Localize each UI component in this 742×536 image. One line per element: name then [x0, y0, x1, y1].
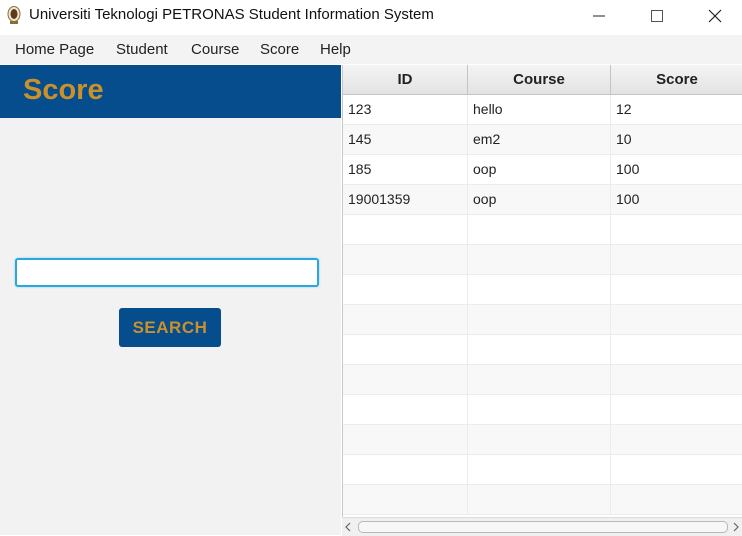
cell-course [468, 425, 611, 454]
cell-course [468, 245, 611, 274]
maximize-button[interactable] [628, 0, 686, 32]
table-row[interactable] [343, 305, 742, 335]
table-row[interactable]: 19001359 oop 100 [343, 185, 742, 215]
close-button[interactable] [686, 0, 742, 32]
cell-id: 123 [343, 95, 468, 124]
cell-score [611, 335, 742, 364]
cell-course: hello [468, 95, 611, 124]
table-row[interactable] [343, 275, 742, 305]
cell-id [343, 245, 468, 274]
minimize-button[interactable] [570, 0, 628, 32]
window-title: Universiti Teknologi PETRONAS Student In… [29, 6, 434, 23]
cell-score: 100 [611, 185, 742, 214]
table-row[interactable]: 185 oop 100 [343, 155, 742, 185]
cell-score [611, 395, 742, 424]
cell-id: 145 [343, 125, 468, 154]
maximize-icon [651, 10, 663, 22]
table-row[interactable]: 145 em2 10 [343, 125, 742, 155]
cell-course: oop [468, 185, 611, 214]
title-bar: Universiti Teknologi PETRONAS Student In… [0, 0, 742, 32]
horizontal-scrollbar[interactable] [342, 517, 742, 536]
cell-id [343, 335, 468, 364]
page-title: Score [23, 74, 104, 106]
cell-course [468, 275, 611, 304]
cell-id: 185 [343, 155, 468, 184]
cell-score [611, 245, 742, 274]
cell-id [343, 455, 468, 484]
cell-course [468, 365, 611, 394]
table-row[interactable] [343, 245, 742, 275]
cell-course [468, 455, 611, 484]
cell-id [343, 365, 468, 394]
menu-home-page[interactable]: Home Page [15, 41, 94, 58]
app-logo-icon [7, 6, 21, 24]
table-row[interactable] [343, 485, 742, 515]
column-header-score[interactable]: Score [611, 65, 742, 94]
table-row[interactable] [343, 455, 742, 485]
cell-score [611, 425, 742, 454]
column-header-course[interactable]: Course [468, 65, 611, 94]
scrollbar-thumb[interactable] [358, 521, 728, 533]
cell-id [343, 425, 468, 454]
cell-score [611, 215, 742, 244]
cell-score [611, 275, 742, 304]
cell-score: 10 [611, 125, 742, 154]
menu-bar: Home Page Student Course Score Help [0, 35, 742, 64]
table-row[interactable] [343, 395, 742, 425]
cell-score [611, 305, 742, 334]
cell-id [343, 275, 468, 304]
column-header-id[interactable]: ID [343, 65, 468, 94]
search-button[interactable]: SEARCH [119, 308, 221, 347]
left-panel: Score SEARCH [0, 65, 341, 535]
cell-course [468, 215, 611, 244]
minimize-icon [593, 15, 605, 17]
table-row[interactable] [343, 365, 742, 395]
page-banner: Score [0, 65, 341, 118]
close-icon [708, 9, 722, 23]
table-row[interactable] [343, 425, 742, 455]
cell-id: 19001359 [343, 185, 468, 214]
table-row[interactable] [343, 335, 742, 365]
cell-course: em2 [468, 125, 611, 154]
cell-id [343, 485, 468, 514]
table-row[interactable]: 123 hello 12 [343, 95, 742, 125]
menu-course[interactable]: Course [191, 41, 239, 58]
menu-help[interactable]: Help [320, 41, 351, 58]
cell-id [343, 305, 468, 334]
cell-course [468, 485, 611, 514]
cell-score [611, 365, 742, 394]
scroll-left-icon[interactable] [344, 522, 352, 532]
menu-score[interactable]: Score [260, 41, 299, 58]
search-input[interactable] [15, 258, 319, 287]
cell-course: oop [468, 155, 611, 184]
cell-score [611, 455, 742, 484]
cell-score: 12 [611, 95, 742, 124]
menu-student[interactable]: Student [116, 41, 168, 58]
cell-id [343, 215, 468, 244]
cell-id [343, 395, 468, 424]
score-table[interactable]: ID Course Score 123 hello 12 145 em2 10 185 oop… [342, 65, 742, 517]
table-header: ID Course Score [343, 65, 742, 95]
cell-score [611, 485, 742, 514]
table-body: 123 hello 12 145 em2 10 185 oop 100 19001359 oop 10… [343, 95, 742, 515]
cell-course [468, 305, 611, 334]
scroll-right-icon[interactable] [732, 522, 740, 532]
cell-course [468, 395, 611, 424]
cell-course [468, 335, 611, 364]
table-row[interactable] [343, 215, 742, 245]
cell-score: 100 [611, 155, 742, 184]
